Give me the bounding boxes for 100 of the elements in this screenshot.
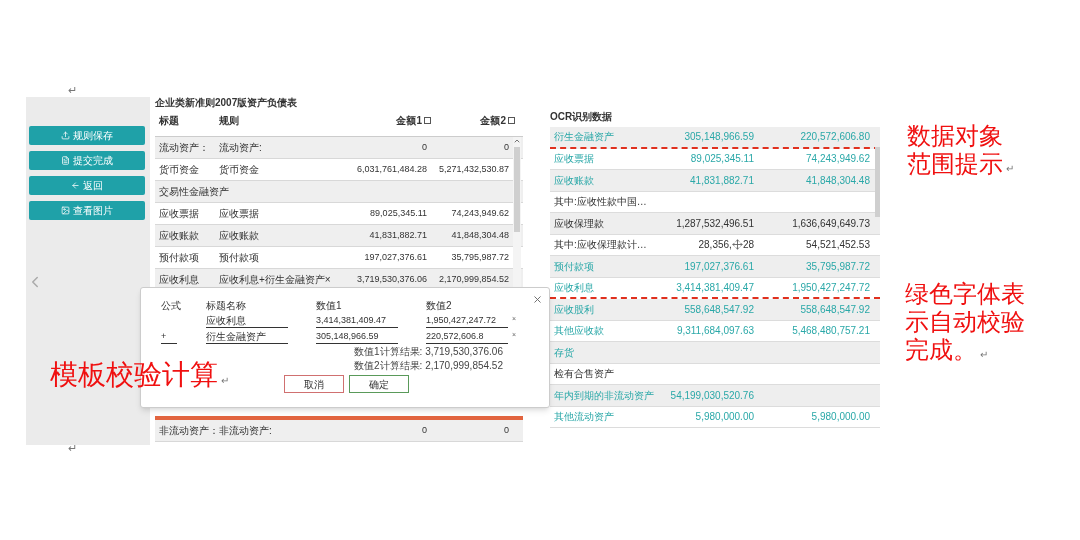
amount-cell-text: 0 [504, 140, 509, 154]
row-title: 预付款项 [158, 251, 200, 265]
annotation-text: 绿色字体表示自动校验完成。↵ [905, 280, 1026, 365]
row-rule: 非流动资产: [219, 424, 272, 438]
column-header: 标题 [159, 115, 179, 126]
amount-cell-text: 35,795,987.72 [451, 250, 509, 264]
value-cell-text: 5,980,000.00 [811, 410, 870, 425]
annotation-text: 数据对象范围提示↵ [907, 122, 1015, 179]
row-title: 应收票据 [158, 207, 200, 221]
checkbox[interactable] [508, 117, 515, 124]
value-cell-text: 54,199,030,520.76 [670, 388, 754, 403]
value-cell-text: 89,025,345.11 [690, 152, 754, 167]
value-cell-text: 1,636,649,649.73 [792, 216, 870, 231]
value-cell-text: 558,648,547.92 [800, 302, 870, 317]
amount-cell-text: 41,848,304.48 [451, 228, 509, 242]
row-rule: 应收利息+衍生金融资产× [219, 273, 331, 287]
row-rule: 货币资金 [219, 163, 259, 177]
amount-cell-text: 89,025,345.11 [370, 206, 427, 220]
value-cell-text: 1,287,532,496.51 [676, 216, 754, 231]
row-title: 非流动资产： [158, 424, 219, 438]
image-icon [61, 206, 70, 215]
value-field[interactable]: 220,572,606.8 [426, 329, 508, 344]
document-icon [61, 156, 70, 165]
item-name: 衍生金融资产 [554, 130, 615, 145]
item-name: 应收股利 [554, 302, 595, 317]
value-cell-text: 28 [742, 238, 754, 253]
column-header: 金额2 [480, 114, 506, 128]
amount-cell-text: 3,719,530,376.06 [356, 272, 427, 286]
result-text: 数值1计算结果: 3,719,530,376.06 [354, 345, 503, 359]
scrollbar[interactable] [875, 147, 880, 217]
value-cell-text: 35,795,987.72 [806, 259, 870, 274]
row-rule: 预付款项 [219, 251, 259, 265]
value-cell-text: 54,521,452.53 [806, 238, 870, 253]
column-header: 规则 [219, 115, 239, 126]
value-cell-text: 74,243,949.62 [806, 152, 870, 167]
result-text: 数值2计算结果: 2,170,999,854.52 [354, 359, 503, 373]
annotation-text: 模板校验计算↵ [50, 358, 230, 392]
amount-cell-text: 74,243,949.62 [451, 206, 509, 220]
close-icon[interactable] [532, 294, 543, 305]
row-title: 应收利息 [158, 273, 200, 287]
amount-cell-text: 2,170,999,854.52 [438, 272, 509, 286]
amount-cell-text: 6,031,761,484.28 [356, 162, 427, 176]
value-cell-text: 197,027,376.61 [684, 259, 754, 274]
amount-cell-text: 0 [504, 423, 509, 437]
column-header: 数值2 [426, 298, 453, 313]
value-field[interactable]: 305,148,966.59 [316, 329, 398, 344]
item-name: 其中:应收保理款计… [554, 238, 648, 253]
value-cell-text: 41,848,304.48 [806, 173, 870, 188]
value-cell-text: 41,831,882.71 [690, 173, 754, 188]
row-title: 流动资产： [158, 141, 210, 155]
table-title: 企业类新准则2007版资产负债表 [155, 97, 299, 109]
item-name: 应收保理款 [554, 216, 605, 231]
column-header: 标题名称 [206, 298, 247, 313]
value-field[interactable]: 1,950,427,247.72 [426, 313, 508, 328]
confirm-button[interactable]: 确定 [349, 375, 409, 393]
operator-field[interactable]: + [161, 329, 177, 344]
item-name: 应收账款 [554, 173, 595, 188]
value-field[interactable]: 3,414,381,409.47 [316, 313, 398, 328]
value-cell-text: 558,648,547.92 [684, 302, 754, 317]
item-name: 其他应收款 [554, 324, 605, 339]
move-cursor-icon [731, 239, 743, 251]
column-header: 数值1 [316, 298, 343, 313]
value-cell-text: 220,572,606.80 [800, 130, 870, 145]
paragraph-mark: ↵ [68, 441, 77, 456]
row-title: 交易性金融资产 [158, 185, 229, 199]
arrow-left-icon [71, 181, 80, 190]
row-title: 应收账款 [158, 229, 200, 243]
column-header: 公式 [161, 298, 182, 313]
panel-title: OCR识别数据 [550, 110, 614, 124]
name-field[interactable]: 衍生金融资产 [206, 331, 288, 344]
row-title: 货币资金 [158, 163, 200, 177]
value-cell-text: 1,950,427,247.72 [792, 280, 870, 295]
value-cell-text: 5,980,000.00 [695, 410, 754, 425]
paragraph-mark: ↵ [68, 83, 77, 98]
amount-cell-text: 0 [422, 140, 427, 154]
item-name: 存货 [554, 345, 575, 360]
row-rule: 应收票据 [219, 207, 259, 221]
item-name: 其他流动资产 [554, 410, 615, 425]
scrollbar-thumb[interactable] [514, 147, 520, 232]
item-name: 预付款项 [554, 259, 595, 274]
item-name: 其中:应收性款中国… [554, 195, 648, 210]
amount-cell-text: 41,831,882.71 [369, 228, 427, 242]
item-name: 应收票据 [554, 152, 595, 167]
value-cell-text: 3,414,381,409.47 [676, 280, 754, 295]
amount-cell-text: 197,027,376.61 [364, 250, 427, 264]
name-field[interactable]: 应收利息 [206, 315, 288, 328]
item-name: 检有合售资产 [554, 367, 615, 382]
item-name: 应收利息 [554, 280, 595, 295]
checkbox[interactable] [424, 117, 431, 124]
column-header: 金额1 [396, 114, 422, 128]
row-rule: 应收账款 [219, 229, 259, 243]
value-cell-text: 28,356, [698, 238, 732, 253]
cancel-button[interactable]: 取消 [284, 375, 344, 393]
value-cell-text: 5,468,480,757.21 [792, 324, 870, 339]
value-cell-text: 305,148,966.59 [684, 130, 754, 145]
value-cell-text: 9,311,684,097.63 [676, 324, 754, 339]
amount-cell-text: 5,271,432,530.87 [438, 162, 509, 176]
upload-icon [61, 131, 70, 140]
chevron-up-icon[interactable] [513, 137, 521, 145]
amount-cell-text: 0 [422, 423, 427, 437]
